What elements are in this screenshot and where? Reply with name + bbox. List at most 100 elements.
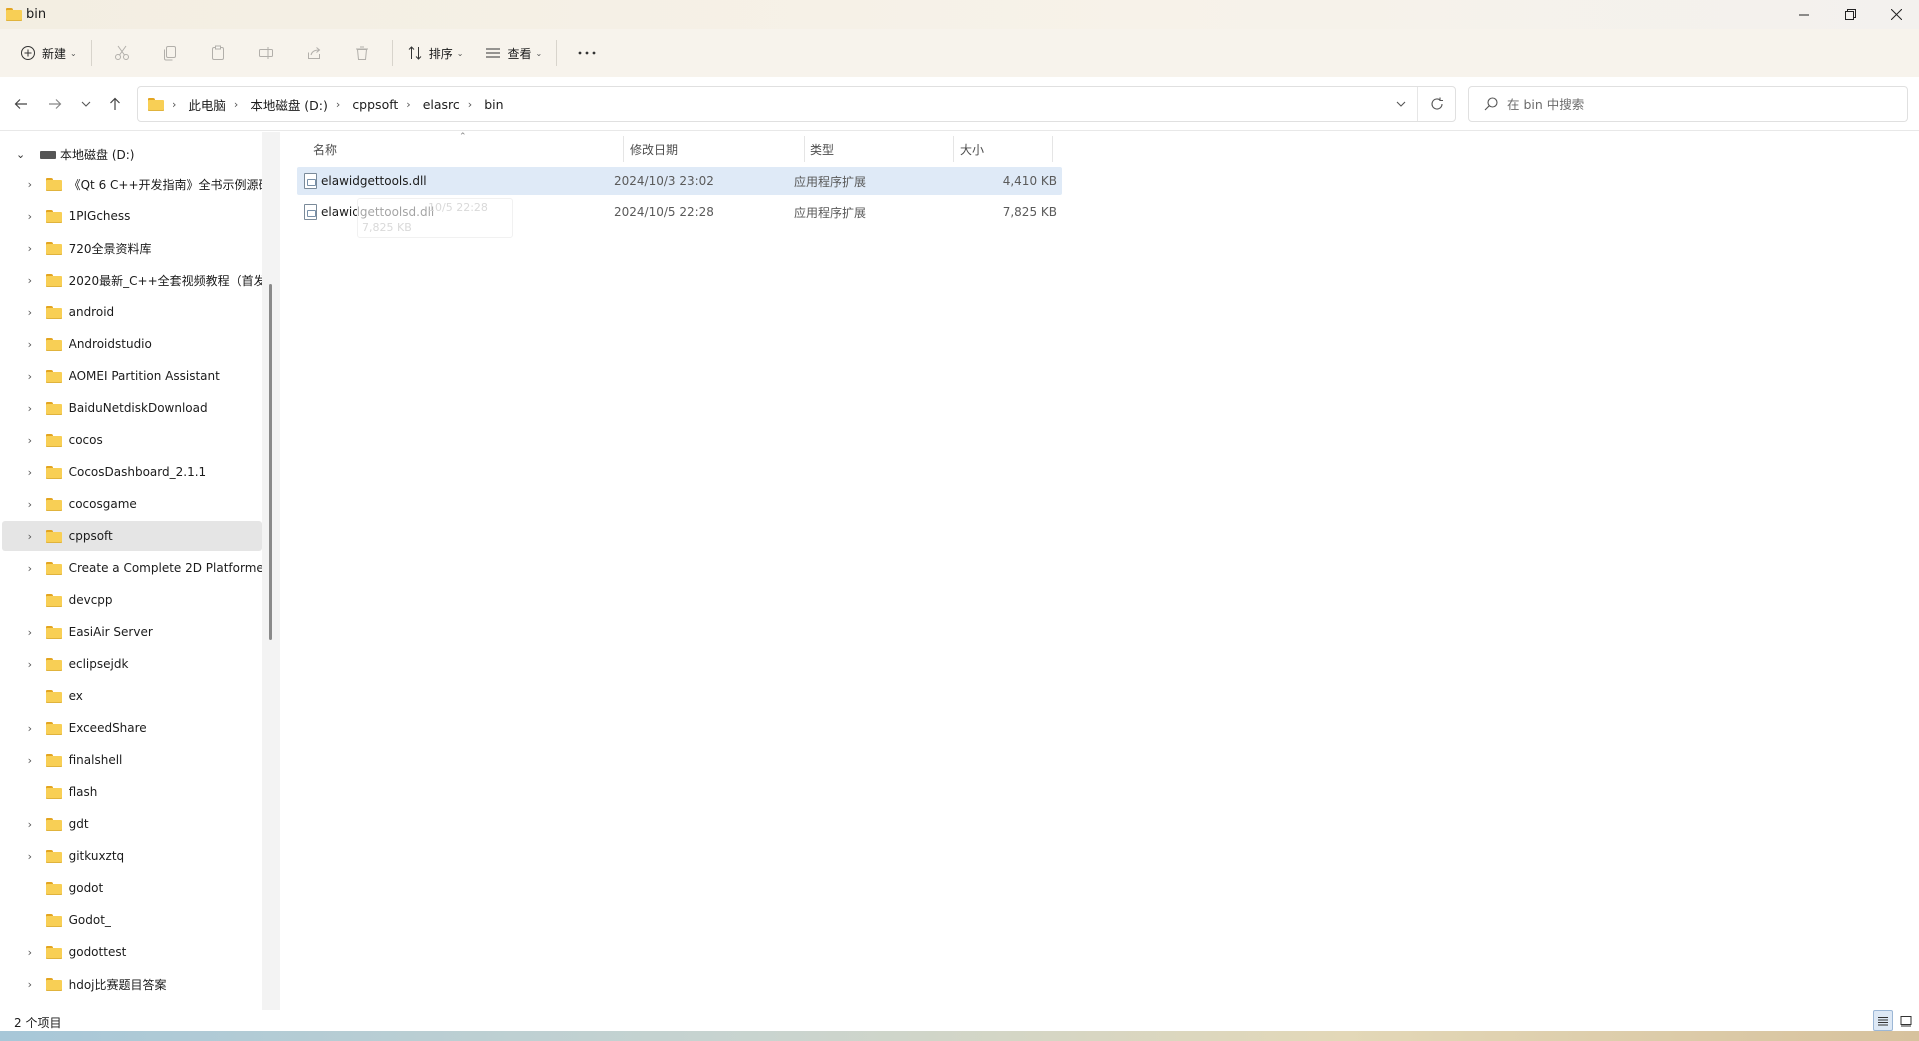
- recent-locations-button[interactable]: [74, 92, 98, 116]
- chevron-right-icon[interactable]: ›: [24, 402, 36, 415]
- nav-folder-item[interactable]: › godot: [2, 873, 262, 903]
- nav-folder-item[interactable]: › cocos: [2, 425, 262, 455]
- nav-folder-label: ex: [68, 689, 83, 703]
- nav-folder-label: godottest: [68, 945, 127, 959]
- column-divider[interactable]: [804, 136, 805, 162]
- up-button[interactable]: [103, 92, 127, 116]
- nav-folder-item[interactable]: › hdoj比赛题目答案: [2, 969, 262, 999]
- chevron-right-icon[interactable]: ›: [24, 242, 36, 255]
- chevron-right-icon[interactable]: ›: [24, 978, 36, 991]
- column-divider[interactable]: [953, 136, 954, 162]
- nav-folder-item[interactable]: › cocosgame: [2, 489, 262, 519]
- breadcrumb-bin[interactable]: bin: [484, 97, 503, 112]
- new-button[interactable]: 新建 ⌄: [12, 36, 85, 70]
- nav-folder-item[interactable]: › Godot_: [2, 905, 262, 935]
- address-bar[interactable]: › 此电脑 › 本地磁盘 (D:) › cppsoft › elasrc › b…: [137, 86, 1456, 122]
- nav-folder-label: eclipsejdk: [68, 657, 129, 671]
- share-button[interactable]: [290, 36, 338, 70]
- search-box[interactable]: [1468, 86, 1908, 122]
- nav-folder-item[interactable]: › flash: [2, 777, 262, 807]
- nav-folder-item[interactable]: › 720全景资料库: [2, 233, 262, 263]
- nav-folder-item[interactable]: › Androidstudio: [2, 329, 262, 359]
- chevron-right-icon[interactable]: ›: [24, 530, 36, 543]
- nav-drive-d[interactable]: ⌄ 本地磁盘 (D:): [0, 141, 134, 167]
- column-header-date[interactable]: 修改日期: [630, 136, 678, 162]
- address-history-button[interactable]: [1385, 101, 1417, 107]
- tiles-view-button[interactable]: [1896, 1010, 1916, 1031]
- chevron-right-icon[interactable]: ›: [24, 306, 36, 319]
- nav-folder-item[interactable]: › 2020最新_C++全套视频教程（首发）: [2, 265, 262, 295]
- chevron-right-icon[interactable]: ›: [24, 370, 36, 383]
- nav-folder-item[interactable]: › CocosDashboard_2.1.1: [2, 457, 262, 487]
- close-button[interactable]: [1873, 0, 1919, 29]
- delete-icon: [355, 46, 368, 60]
- nav-folder-item[interactable]: › devcpp: [2, 585, 262, 615]
- nav-folder-item[interactable]: › android: [2, 297, 262, 327]
- chevron-right-icon[interactable]: ›: [24, 562, 36, 575]
- more-options-button[interactable]: [563, 36, 611, 70]
- minimize-button[interactable]: [1781, 0, 1827, 29]
- nav-folder-item[interactable]: › EasiAir Server: [2, 617, 262, 647]
- breadcrumb-this-pc[interactable]: 此电脑: [188, 95, 226, 114]
- details-view-button[interactable]: [1873, 1010, 1893, 1031]
- search-input[interactable]: [1507, 96, 1887, 112]
- back-button[interactable]: [9, 92, 33, 116]
- chevron-right-icon[interactable]: ›: [24, 850, 36, 863]
- nav-folder-item[interactable]: › gdt: [2, 809, 262, 839]
- nav-folder-item[interactable]: › eclipsejdk: [2, 649, 262, 679]
- nav-folder-item[interactable]: › ExceedShare: [2, 713, 262, 743]
- delete-button[interactable]: [338, 36, 386, 70]
- chevron-right-icon[interactable]: ›: [24, 210, 36, 223]
- column-header-size[interactable]: 大小: [960, 136, 984, 162]
- file-size: 7,825 KB: [1002, 205, 1057, 219]
- restore-button[interactable]: [1827, 0, 1873, 29]
- chevron-right-icon[interactable]: ›: [24, 722, 36, 735]
- nav-folder-item[interactable]: › AOMEI Partition Assistant: [2, 361, 262, 391]
- chevron-right-icon[interactable]: ›: [24, 338, 36, 351]
- column-divider[interactable]: [1052, 136, 1053, 162]
- breadcrumb-drive-d[interactable]: 本地磁盘 (D:): [250, 95, 328, 114]
- nav-scrollbar-thumb[interactable]: [269, 284, 272, 640]
- breadcrumb-cppsoft[interactable]: cppsoft: [352, 97, 398, 112]
- file-row[interactable]: elawidgettools.dll 2024/10/3 23:02 应用程序扩…: [297, 167, 1062, 195]
- view-button[interactable]: 查看 ⌄: [477, 36, 550, 70]
- chevron-right-icon[interactable]: ›: [24, 946, 36, 959]
- refresh-button[interactable]: [1417, 87, 1455, 121]
- nav-folder-item[interactable]: › finalshell: [2, 745, 262, 775]
- nav-folder-item[interactable]: › Create a Complete 2D Platformer: [2, 553, 262, 583]
- chevron-right-icon[interactable]: ›: [24, 626, 36, 639]
- chevron-right-icon[interactable]: ›: [24, 754, 36, 767]
- nav-folder-item[interactable]: › 1PIGchess: [2, 201, 262, 231]
- column-divider[interactable]: [623, 136, 624, 162]
- address-row: › 此电脑 › 本地磁盘 (D:) › cppsoft › elasrc › b…: [0, 77, 1919, 131]
- column-header-name[interactable]: 名称: [313, 136, 337, 162]
- rename-button[interactable]: [242, 36, 290, 70]
- search-icon: [1484, 97, 1498, 111]
- chevron-right-icon[interactable]: ›: [24, 434, 36, 447]
- folder-icon: [45, 913, 62, 927]
- status-bar: 2 个项目: [0, 1010, 1919, 1031]
- chevron-right-icon[interactable]: ›: [24, 658, 36, 671]
- nav-folder-item[interactable]: › BaiduNetdiskDownload: [2, 393, 262, 423]
- column-header-type[interactable]: 类型: [810, 136, 834, 162]
- chevron-right-icon[interactable]: ›: [24, 178, 36, 191]
- forward-button[interactable]: [43, 92, 67, 116]
- nav-folder-item[interactable]: › ex: [2, 681, 262, 711]
- nav-folder-item[interactable]: › godottest: [2, 937, 262, 967]
- nav-folder-label: BaiduNetdiskDownload: [68, 401, 208, 415]
- breadcrumb-elasrc[interactable]: elasrc: [423, 97, 460, 112]
- sort-button[interactable]: 排序 ⌄: [399, 36, 472, 70]
- nav-folder-item[interactable]: › gitkuxztq: [2, 841, 262, 871]
- nav-folder-item[interactable]: › cppsoft: [2, 521, 262, 551]
- cut-button[interactable]: [98, 36, 146, 70]
- chevron-right-icon[interactable]: ›: [24, 818, 36, 831]
- chevron-right-icon[interactable]: ›: [24, 498, 36, 511]
- nav-folder-item[interactable]: › 《Qt 6 C++开发指南》全书示例源码: [2, 169, 262, 199]
- chevron-right-icon[interactable]: ›: [24, 274, 36, 287]
- copy-button[interactable]: [146, 36, 194, 70]
- file-type: 应用程序扩展: [794, 205, 867, 220]
- chevron-down-icon: ⌄: [456, 48, 464, 58]
- paste-button[interactable]: [194, 36, 242, 70]
- arrow-right-icon: [49, 99, 62, 109]
- chevron-right-icon[interactable]: ›: [24, 466, 36, 479]
